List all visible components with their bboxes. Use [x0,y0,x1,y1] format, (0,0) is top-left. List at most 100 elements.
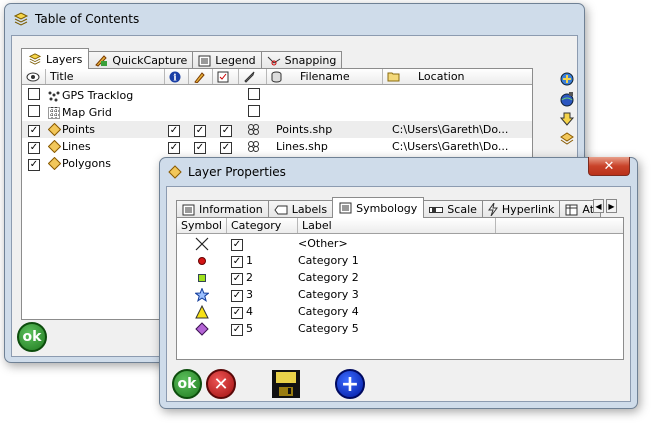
layer-filename: Lines.shp [276,140,328,153]
col-label[interactable]: Label [298,218,496,233]
tab-quickcapture-label: QuickCapture [112,54,188,67]
col-symbol-label: Symbol [181,219,222,232]
symbol-row-other[interactable]: ✓ <Other> [177,235,623,252]
layer-row-gps[interactable]: GPS Tracklog [22,87,532,104]
legend-icon [198,55,211,67]
tab-hyperlink[interactable]: Hyperlink [481,200,561,218]
category-checkbox[interactable]: ✓ [231,255,243,268]
col-info[interactable]: i [165,69,189,84]
category-label: Category 3 [298,288,359,301]
style-checkbox[interactable] [248,105,260,117]
col-labels[interactable] [213,69,239,84]
visible-checkbox[interactable] [28,88,40,100]
col-visible[interactable] [22,69,46,84]
globe-button[interactable] [558,90,576,108]
edit-checkbox[interactable]: ✓ [194,141,206,154]
symbol-row-1[interactable]: ✓ 1 Category 1 [177,252,623,269]
properties-button[interactable] [558,130,576,148]
tab-scale[interactable]: Scale [423,200,483,218]
tab-legend[interactable]: Legend [192,51,262,69]
tab-scroll-left-button[interactable]: ◀ [593,199,604,213]
layer-filename: Points.shp [276,123,333,136]
add-layer-button[interactable] [558,70,576,88]
toc-title: Table of Contents [35,12,140,26]
category-checkbox[interactable]: ✓ [231,289,243,302]
info-icon: i [169,71,181,83]
category-checkbox[interactable]: ✓ [231,306,243,319]
props-cancel-button[interactable]: ✕ [206,369,236,399]
category-label: Category 4 [298,305,359,318]
col-category[interactable]: Category [227,218,298,233]
style-checkbox[interactable] [248,88,260,100]
props-titlebar[interactable]: Layer Properties [160,158,637,185]
save-button[interactable] [271,369,301,399]
category-checkbox[interactable]: ✓ [231,272,243,285]
edit-checkbox[interactable]: ✓ [194,124,206,137]
tab-scroll-right-button[interactable]: ▶ [606,199,617,213]
info-checkbox[interactable]: ✓ [168,124,180,137]
tab-information[interactable]: Information [176,200,269,218]
layer-title: Map Grid [62,106,112,119]
col-edit[interactable] [189,69,213,84]
category-label: <Other> [298,237,348,250]
purple-diamond-icon [177,321,227,336]
category-checkbox[interactable]: ✓ [231,238,243,251]
col-filename[interactable]: Filename [267,69,383,84]
col-location[interactable]: Location [383,69,532,84]
labels-checkbox[interactable]: ✓ [220,141,232,154]
labels-checkbox[interactable]: ✓ [220,124,232,137]
visible-checkbox[interactable] [28,105,40,117]
tab-layers[interactable]: Layers [21,48,90,69]
layer-properties-window: Layer Properties ✕ Information Labels Sy… [159,157,638,409]
pencil-check-icon [94,54,108,67]
layer-title: GPS Tracklog [62,89,134,102]
add-category-button[interactable]: + [335,369,365,399]
tab-labels[interactable]: Labels [267,200,334,218]
visible-checkbox[interactable]: ✓ [28,141,40,154]
layer-title: Points [62,123,96,136]
red-circle-icon [177,256,227,266]
props-client: Information Labels Symbology Scale Hyper… [166,186,631,402]
symbol-row-5[interactable]: ✓ 5 Category 5 [177,320,623,337]
rocket-icon [243,71,255,83]
category-checkbox[interactable]: ✓ [231,323,243,336]
layer-row-lines[interactable]: ✓ Lines ✓ ✓ ✓ Lines.shp C:\Users\Gareth\… [22,138,532,155]
col-style[interactable] [239,69,267,84]
tab-layers-label: Layers [46,52,83,66]
eye-icon [26,72,40,82]
yellow-triangle-icon [177,304,227,319]
move-down-button[interactable] [558,110,576,128]
style-icon [247,140,260,153]
info-checkbox[interactable]: ✓ [168,141,180,154]
col-title[interactable]: Title [46,69,165,84]
category-value: 4 [246,305,253,318]
tab-snapping[interactable]: Snapping [260,51,343,69]
tab-symbology[interactable]: Symbology [332,197,425,218]
tab-snapping-label: Snapping [284,54,337,67]
toc-titlebar[interactable]: Table of Contents [5,4,584,34]
table-icon [565,204,578,216]
col-filename-label: Filename [300,70,350,83]
tag-icon [274,205,288,215]
props-ok-button[interactable]: ok [172,369,202,399]
visible-checkbox[interactable]: ✓ [28,124,40,137]
layer-title: Lines [62,140,91,153]
symbol-row-4[interactable]: ✓ 4 Category 4 [177,303,623,320]
toc-ok-button[interactable]: ok [17,322,47,352]
tab-legend-label: Legend [215,54,256,67]
symbol-row-3[interactable]: ✓ 3 Category 3 [177,286,623,303]
pencil-icon [193,71,205,83]
scale-bar-icon [429,206,444,214]
tab-symbology-label: Symbology [356,201,418,215]
col-symbol[interactable]: Symbol [177,218,227,233]
symbol-row-2[interactable]: ✓ 2 Category 2 [177,269,623,286]
database-icon [271,71,282,83]
layer-row-mapgrid[interactable]: Map Grid [22,104,532,121]
checklist-icon [217,71,229,83]
tab-quickcapture[interactable]: QuickCapture [88,51,194,69]
diamond-layer-icon [46,157,62,170]
visible-checkbox[interactable]: ✓ [28,158,40,171]
svg-text:i: i [173,73,177,83]
close-button[interactable]: ✕ [588,157,630,176]
layer-row-points[interactable]: ✓ Points ✓ ✓ ✓ Points.shp C:\Users\Garet… [22,121,532,138]
